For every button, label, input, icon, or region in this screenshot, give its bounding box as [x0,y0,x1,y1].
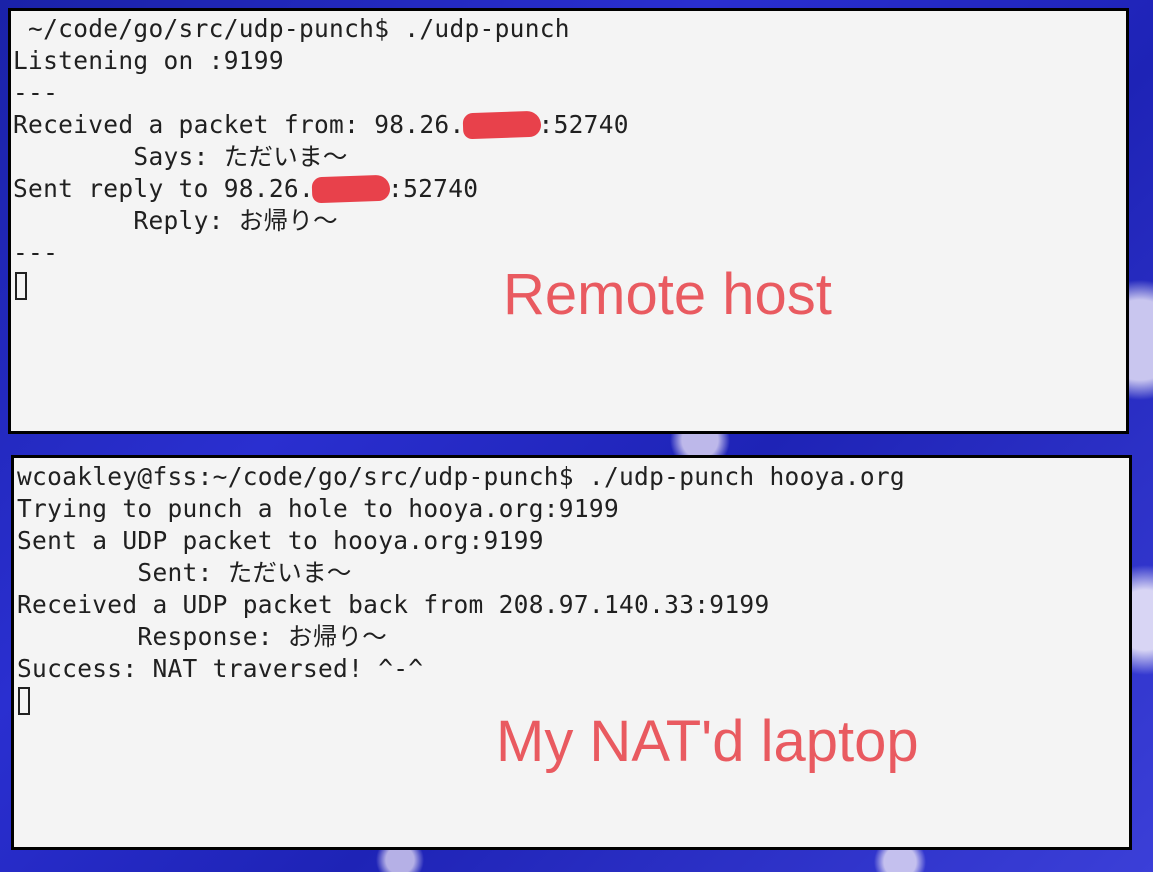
redaction-scribble [311,174,391,204]
laptop-terminal-window[interactable]: wcoakley@fss:~/code/go/src/udp-punch$ ./… [11,455,1132,850]
sent-reply-prefix: Sent reply to 98.26. [13,174,315,203]
terminal-output: wcoakley@fss:~/code/go/src/udp-punch$ ./… [17,461,905,685]
output-line: Sent a UDP packet to hooya.org:9199 [17,526,544,555]
redaction-scribble [462,110,541,140]
reply-text: Reply: お帰り〜 [133,206,338,235]
terminal-output: ~/code/go/src/udp-punch$ ./udp-punch Lis… [13,13,629,269]
prompt-line: wcoakley@fss:~/code/go/src/udp-punch$ ./… [17,462,905,491]
output-line: Success: NAT traversed! ^-^ [17,654,424,683]
reply-line: Reply: お帰り〜 [13,205,629,237]
output-line: Received a UDP packet back from 208.97.1… [17,590,770,619]
output-line: Response: お帰り〜 [17,622,388,651]
says-line: Says: ただいま〜 [13,141,629,173]
received-prefix: Received a packet from: 98.26. [13,110,465,139]
terminal-cursor [18,687,30,715]
separator-line: --- [13,78,59,107]
output-line: Listening on :9199 [13,46,284,75]
says-text: Says: ただいま〜 [133,142,348,171]
received-port: :52740 [538,110,629,139]
sent-reply-port: :52740 [388,174,479,203]
remote-terminal-window[interactable]: ~/code/go/src/udp-punch$ ./udp-punch Lis… [8,8,1129,434]
laptop-annotation: My NAT'd laptop [496,709,919,774]
sent-reply-line: Sent reply to 98.26. :52740 [13,173,629,205]
terminal-cursor [15,272,27,300]
received-line: Received a packet from: 98.26. :52740 [13,109,629,141]
output-line: Sent: ただいま〜 [17,558,352,587]
remote-host-annotation: Remote host [503,262,832,327]
prompt-line: ~/code/go/src/udp-punch$ ./udp-punch [13,14,570,43]
output-line: Trying to punch a hole to hooya.org:9199 [17,494,620,523]
